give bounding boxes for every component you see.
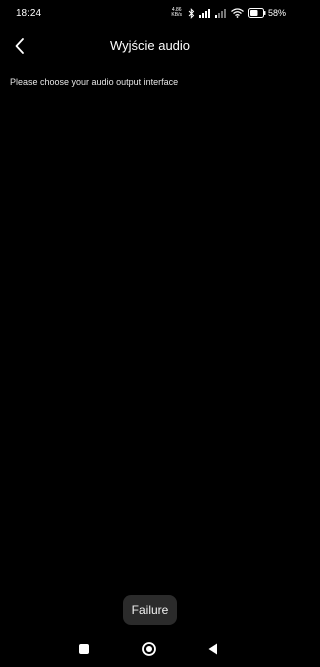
battery-percent: 58% (267, 8, 286, 18)
network-speed: 4.86 KB/s (171, 8, 182, 18)
status-time: 18:24 (16, 8, 42, 19)
nav-back-button[interactable] (205, 641, 221, 657)
wifi-icon (231, 8, 244, 18)
recents-icon (78, 643, 90, 655)
navigation-bar (0, 635, 300, 663)
toast-message: Failure (123, 595, 177, 625)
status-bar: 18:24 4.86 KB/s 58% (0, 0, 300, 26)
signal-icon (198, 8, 211, 18)
back-icon (206, 642, 220, 656)
home-icon (141, 641, 157, 657)
instruction-text: Please choose your audio output interfac… (10, 77, 179, 87)
page-title: Wyjście audio (109, 38, 191, 53)
battery-icon (247, 8, 266, 18)
bluetooth-icon (188, 7, 195, 19)
home-button[interactable] (141, 641, 157, 657)
status-icons: 4.86 KB/s 58% (171, 6, 286, 20)
header: Wyjście audio (0, 30, 300, 62)
recents-button[interactable] (76, 641, 92, 657)
signal-icon (214, 8, 227, 18)
network-speed-unit: KB/s (171, 12, 182, 18)
battery-status: 58% (247, 7, 286, 19)
